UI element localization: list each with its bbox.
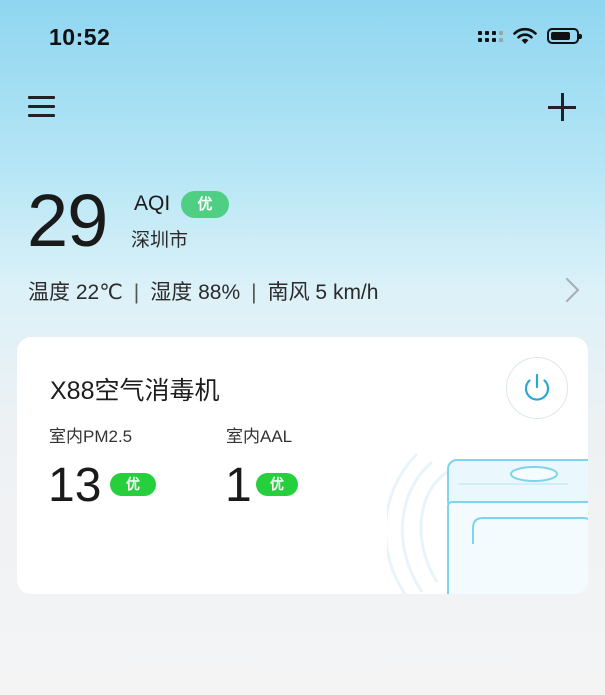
aal-value: 1 [225, 459, 252, 512]
wind-text: 南风 5 km/h [267, 281, 379, 304]
aqi-label: AQI [134, 192, 171, 215]
aqi-level-badge: 优 [181, 191, 229, 218]
aqi-value: 29 [27, 179, 108, 262]
humidity-text: 湿度 88% [150, 281, 241, 304]
plus-icon[interactable] [546, 91, 578, 123]
status-bar: 10:52 [0, 0, 605, 70]
battery-icon [547, 28, 582, 44]
aal-level-badge: 优 [256, 473, 298, 496]
pm25-label: 室内PM2.5 [49, 427, 133, 446]
chevron-right-icon[interactable] [558, 275, 588, 305]
device-card[interactable]: X88空气消毒机 室内PM2.5 13 优 室内AAL 1 优 [17, 337, 588, 594]
device-name: X88空气消毒机 [50, 377, 220, 405]
separator: | [133, 281, 140, 304]
aal-label: 室内AAL [226, 427, 293, 446]
city-name: 深圳市 [131, 230, 189, 251]
weather-summary: 温度 22℃ | 湿度 88% | 南风 5 km/h [28, 276, 378, 306]
pm25-level-badge: 优 [110, 473, 156, 496]
power-icon [524, 373, 550, 401]
separator: | [251, 281, 257, 304]
temperature-text: 温度 22℃ [28, 281, 123, 304]
cellular-signal-icon [478, 30, 503, 42]
status-icons [478, 27, 582, 45]
menu-icon[interactable] [28, 94, 56, 118]
wifi-icon [513, 27, 537, 44]
status-time: 10:52 [49, 24, 111, 50]
air-purifier-illustration [387, 452, 588, 594]
power-button[interactable] [506, 357, 568, 419]
pm25-value: 13 [48, 459, 102, 512]
